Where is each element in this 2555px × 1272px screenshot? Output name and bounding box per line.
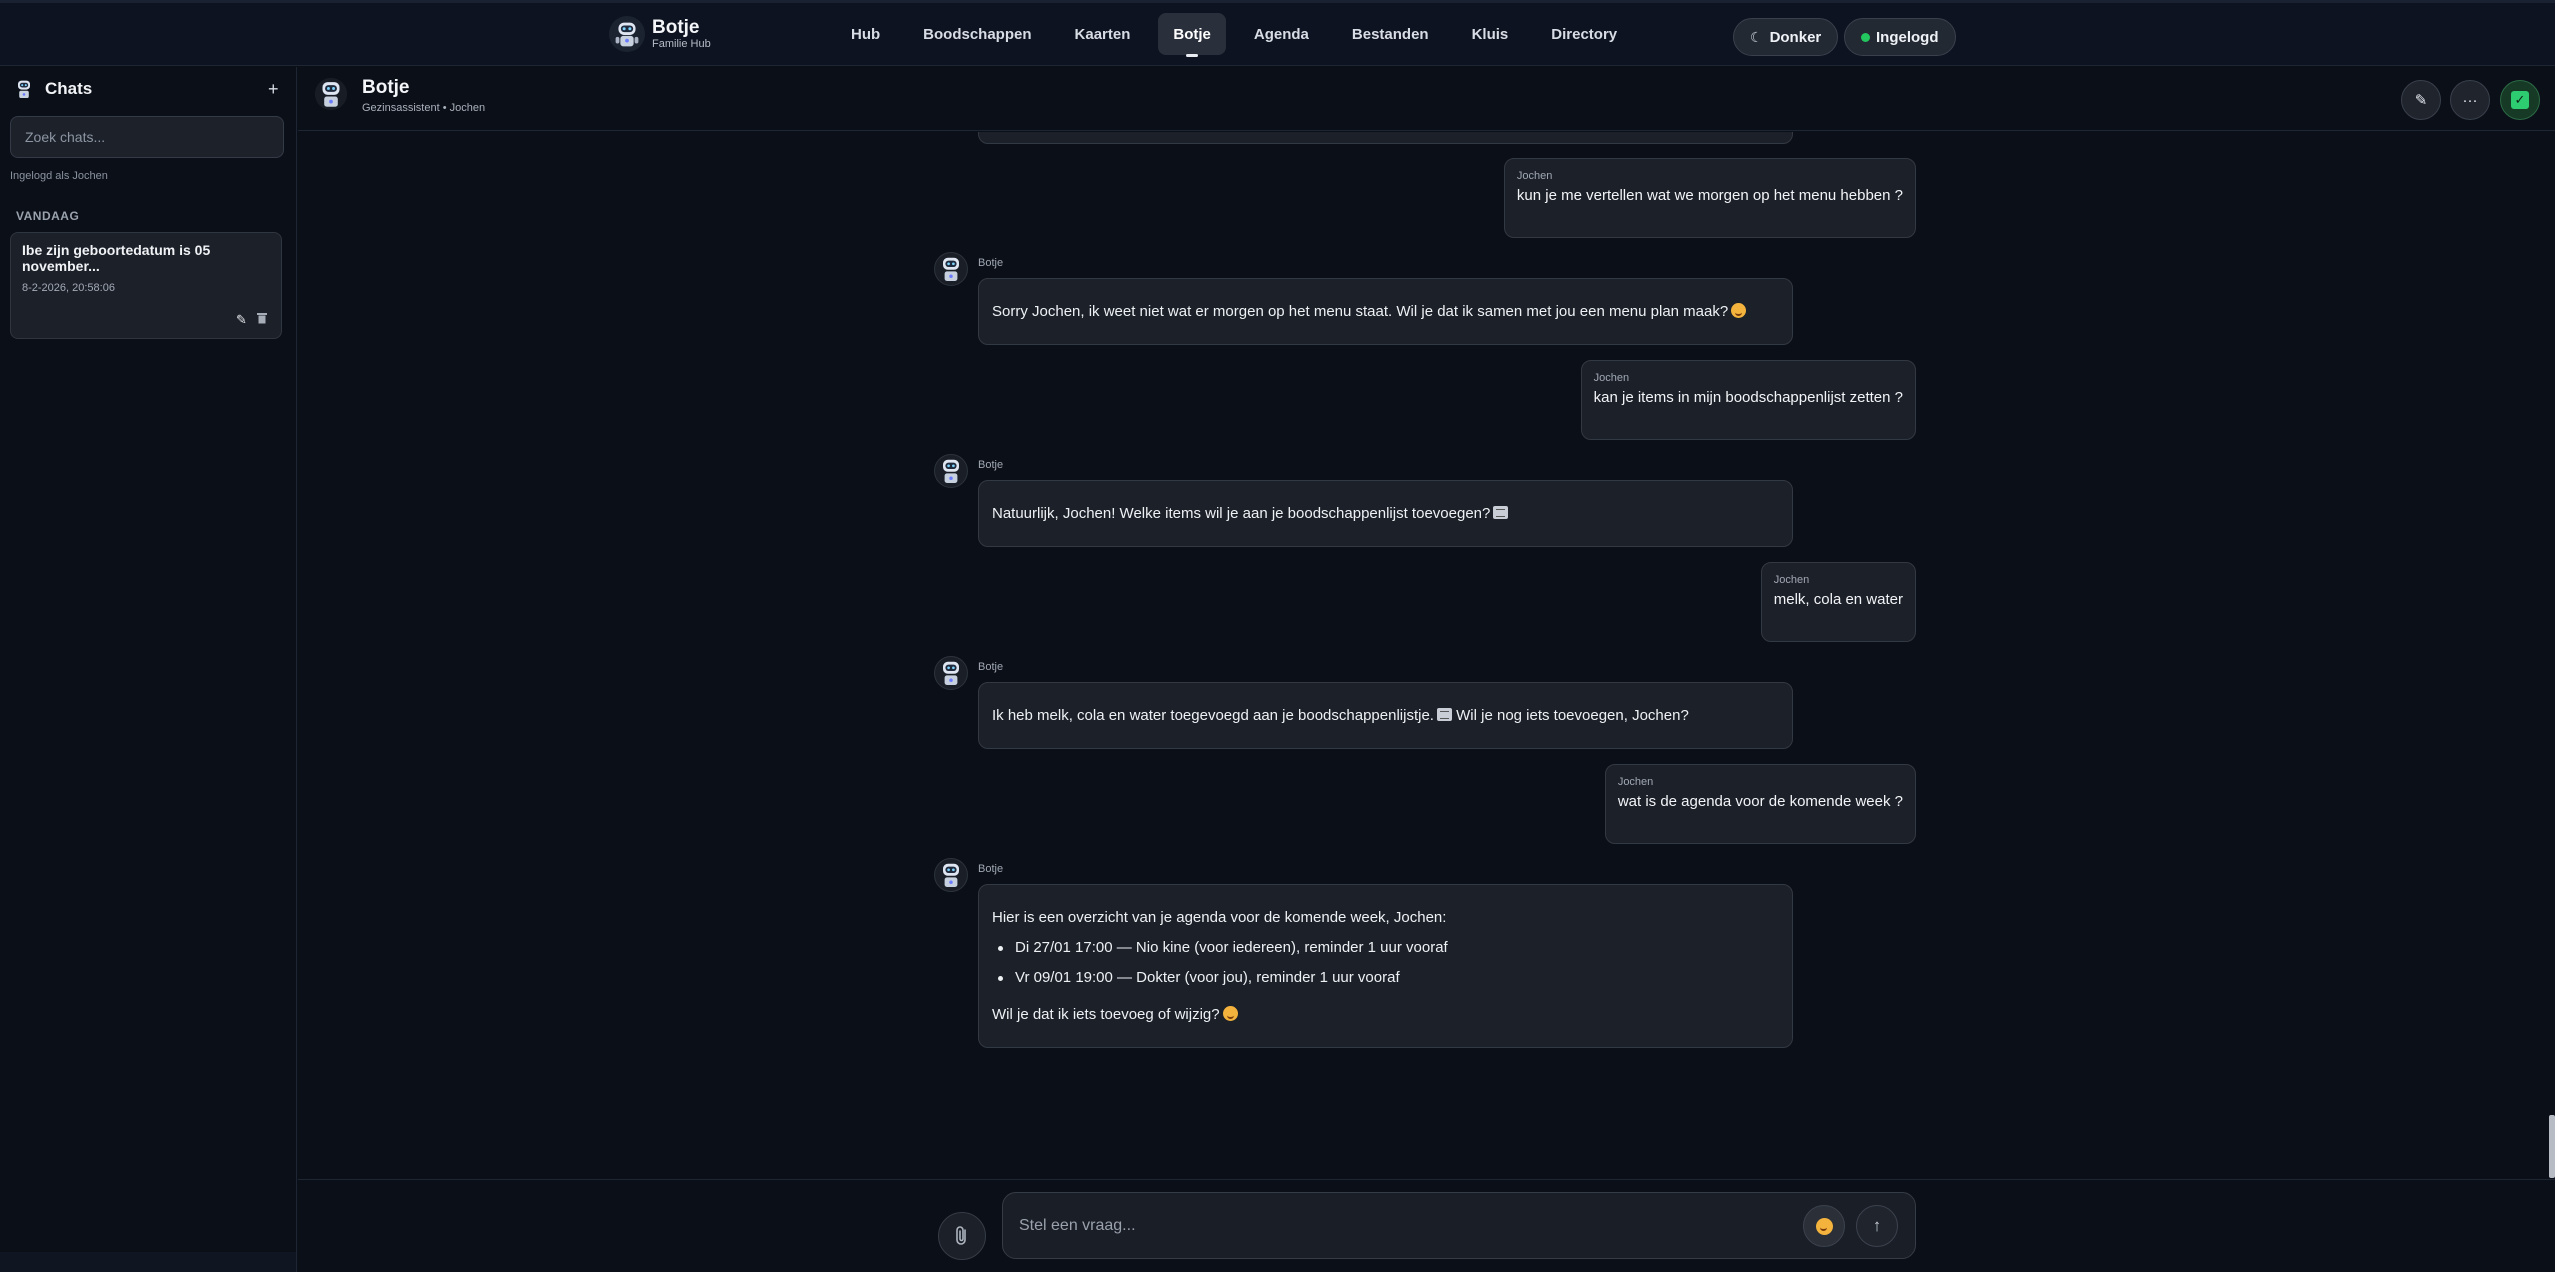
top-navigation-bar: Botje Familie Hub Hub Boodschappen Kaart… [0, 0, 2555, 66]
chat-group-label: VANDAAG [16, 209, 80, 223]
bot-avatar [934, 858, 968, 892]
app-title: Botje [652, 16, 700, 38]
more-options-button[interactable]: ··· [2450, 80, 2490, 120]
bot-avatar [934, 656, 968, 690]
message-text: melk, cola en water [1773, 591, 1903, 608]
main-nav: Hub Boodschappen Kaarten Botje Agenda Be… [836, 13, 1645, 57]
status-dot-icon [1861, 32, 1870, 42]
chat-item-title: Ibe zijn geboortedatum is 05 november... [22, 242, 211, 274]
pencil-icon: ✎ [2414, 92, 2428, 109]
nav-hub[interactable]: Hub [836, 13, 895, 55]
message-author: Botje [978, 459, 1004, 471]
message-text: kan je items in mijn boodschappenlijst z… [1593, 389, 1903, 406]
message-outro: Wil je dat ik iets toevoeg of wijzig? [992, 1006, 1220, 1023]
memo-emoji-icon [1436, 708, 1452, 721]
nav-bestanden[interactable]: Bestanden [1337, 13, 1444, 55]
message-composer: ↑ [1002, 1192, 1916, 1259]
sidebar-header: Chats [12, 77, 92, 101]
trash-icon[interactable] [257, 312, 267, 327]
chat-item-date: 8-2-2026, 20:58:06 [22, 282, 115, 294]
bot-message-bubble-partial [978, 132, 1793, 144]
bot-message-bubble: Ik heb melk, cola en water toegevoegd aa… [978, 682, 1793, 749]
chat-search-input[interactable] [10, 116, 284, 158]
check-icon: ✓ [2511, 91, 2529, 109]
robot-logo-icon [608, 15, 646, 53]
moon-icon: ☾ [1750, 28, 1763, 45]
message-text: Natuurlijk, Jochen! Welke items wil je a… [992, 505, 1491, 522]
nav-kaarten[interactable]: Kaarten [1060, 13, 1146, 55]
bot-avatar [934, 252, 968, 286]
chat-sidebar: Chats + Ingelogd als Jochen VANDAAG Ibe … [0, 67, 297, 1252]
message-text: Ik heb melk, cola en water toegevoegd aa… [992, 707, 1434, 724]
message-author: Jochen [1617, 776, 1654, 788]
agenda-list-item: Di 27/01 17:00 — Nio kine (voor iedereen… [992, 933, 1448, 963]
message-author: Jochen [1773, 574, 1810, 586]
bot-message-bubble: Hier is een overzicht van je agenda voor… [978, 884, 1793, 1048]
smile-emoji-icon [1731, 303, 1747, 318]
message-list: Jochen kun je me vertellen wat we morgen… [298, 132, 2555, 1178]
bot-message-bubble: Sorry Jochen, ik weet niet wat er morgen… [978, 278, 1793, 345]
send-button[interactable]: ↑ [1856, 1205, 1898, 1247]
chat-header: Botje Gezinsassistent • Jochen ✎ ··· ✓ [298, 67, 2555, 131]
nav-boodschappen[interactable]: Boodschappen [908, 13, 1046, 55]
robot-icon [943, 459, 959, 483]
paperclip-icon [956, 1226, 966, 1245]
bot-avatar [934, 454, 968, 488]
attach-button[interactable] [938, 1212, 986, 1260]
nav-kluis[interactable]: Kluis [1457, 13, 1524, 55]
sidebar-title: Chats [45, 79, 93, 98]
user-message-bubble: Jochen kun je me vertellen wat we morgen… [1503, 158, 1916, 238]
agenda-list: Di 27/01 17:00 — Nio kine (voor iedereen… [992, 933, 1448, 993]
chat-subtitle: Gezinsassistent • Jochen [362, 102, 486, 114]
robot-icon [18, 80, 30, 98]
nav-botje[interactable]: Botje [1158, 13, 1226, 57]
message-input[interactable] [1019, 1211, 1799, 1241]
message-intro: Hier is een overzicht van je agenda voor… [992, 909, 1447, 926]
message-author: Jochen [1593, 372, 1630, 384]
new-chat-plus-icon[interactable]: + [268, 79, 279, 100]
message-scrollbar[interactable] [2549, 1115, 2555, 1178]
message-author: Botje [978, 661, 1004, 673]
chat-title: Botje [362, 77, 410, 98]
arrow-up-icon: ↑ [1872, 1216, 1882, 1235]
robot-icon [943, 863, 959, 887]
brand[interactable]: Botje Familie Hub [608, 15, 711, 53]
login-status-label: Ingelogd [1876, 28, 1939, 46]
emoji-picker-button[interactable] [1803, 1205, 1845, 1247]
theme-toggle-button[interactable]: ☾ Donker [1733, 18, 1839, 56]
smile-emoji-icon [1222, 1006, 1238, 1021]
logged-in-text: Ingelogd als Jochen [10, 170, 108, 182]
smile-emoji-icon [1815, 1217, 1833, 1235]
app-subtitle: Familie Hub [652, 37, 711, 50]
sidebar-bottom-strip [0, 1252, 297, 1272]
message-text: wat is de agenda voor de komende week ? [1617, 793, 1903, 810]
user-message-bubble: Jochen wat is de agenda voor de komende … [1604, 764, 1916, 844]
robot-avatar-icon [314, 77, 348, 111]
pencil-icon[interactable]: ✎ [236, 312, 247, 328]
user-message-bubble: Jochen melk, cola en water [1760, 562, 1916, 642]
robot-icon [943, 257, 959, 281]
nav-directory[interactable]: Directory [1536, 13, 1632, 55]
message-text: Sorry Jochen, ik weet niet wat er morgen… [992, 303, 1729, 320]
message-text-after: Wil je nog iets toevoegen, Jochen? [1456, 707, 1689, 724]
more-icon: ··· [2462, 91, 2478, 109]
agenda-list-item: Vr 09/01 19:00 — Dokter (voor jou), remi… [992, 963, 1448, 993]
message-text: kun je me vertellen wat we morgen op het… [1516, 187, 1903, 204]
theme-label: Donker [1769, 28, 1822, 46]
memo-emoji-icon [1493, 506, 1509, 519]
bot-message-bubble: Natuurlijk, Jochen! Welke items wil je a… [978, 480, 1793, 547]
rename-chat-button[interactable]: ✎ [2401, 80, 2441, 120]
message-author: Botje [978, 257, 1004, 269]
login-status-button[interactable]: Ingelogd [1844, 18, 1956, 56]
nav-agenda[interactable]: Agenda [1239, 13, 1324, 55]
message-author: Jochen [1516, 170, 1553, 182]
chat-list-item[interactable]: Ibe zijn geboortedatum is 05 november...… [10, 232, 282, 339]
robot-icon [943, 661, 959, 685]
confirm-button[interactable]: ✓ [2500, 80, 2540, 120]
message-author: Botje [978, 863, 1004, 875]
user-message-bubble: Jochen kan je items in mijn boodschappen… [1580, 360, 1916, 440]
